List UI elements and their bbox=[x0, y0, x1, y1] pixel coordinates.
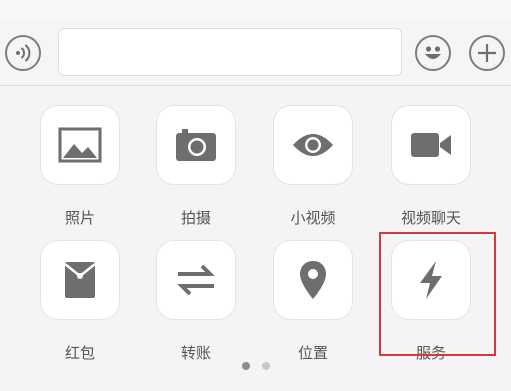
emoji-button[interactable] bbox=[415, 35, 451, 71]
page-indicator bbox=[0, 359, 511, 373]
smiley-icon bbox=[418, 38, 448, 68]
panel-item-label: 拍摄 bbox=[180, 209, 211, 227]
photo-tile[interactable] bbox=[40, 105, 120, 185]
camera-tile[interactable] bbox=[156, 105, 236, 185]
message-input[interactable] bbox=[58, 28, 402, 76]
panel-item-transfer[interactable]: 转账 bbox=[146, 240, 246, 362]
panel-item-red-packet[interactable]: 红包 bbox=[30, 240, 130, 362]
photo-icon bbox=[58, 127, 102, 163]
panel-item-short-video[interactable]: 小视频 bbox=[263, 105, 363, 227]
transfer-tile[interactable] bbox=[156, 240, 236, 320]
page-dot[interactable] bbox=[261, 362, 270, 370]
plus-icon bbox=[475, 41, 499, 65]
panel-item-camera[interactable]: 拍摄 bbox=[146, 105, 246, 227]
camera-icon bbox=[174, 127, 218, 163]
panel-item-label: 视频聊天 bbox=[400, 209, 461, 227]
red-packet-tile[interactable] bbox=[40, 240, 120, 320]
video-chat-tile[interactable] bbox=[391, 105, 471, 185]
highlight-box bbox=[379, 232, 496, 356]
chat-input-bar bbox=[0, 20, 511, 86]
location-tile[interactable] bbox=[273, 240, 353, 320]
top-band bbox=[0, 0, 511, 20]
panel-item-video-chat[interactable]: 视频聊天 bbox=[381, 105, 481, 227]
red-packet-icon bbox=[63, 260, 97, 300]
page-dot-active[interactable] bbox=[241, 362, 250, 370]
panel-item-label: 小视频 bbox=[290, 209, 336, 227]
short-video-tile[interactable] bbox=[273, 105, 353, 185]
eye-icon bbox=[291, 130, 335, 160]
panel-item-location[interactable]: 位置 bbox=[263, 240, 363, 362]
location-pin-icon bbox=[298, 259, 328, 301]
more-button[interactable] bbox=[469, 35, 505, 71]
panel-item-label: 照片 bbox=[64, 209, 95, 227]
voice-button[interactable] bbox=[5, 35, 41, 71]
transfer-arrows-icon bbox=[174, 262, 218, 298]
video-camera-icon bbox=[409, 130, 453, 160]
voice-wave-icon bbox=[12, 42, 34, 64]
panel-item-photo[interactable]: 照片 bbox=[30, 105, 130, 227]
